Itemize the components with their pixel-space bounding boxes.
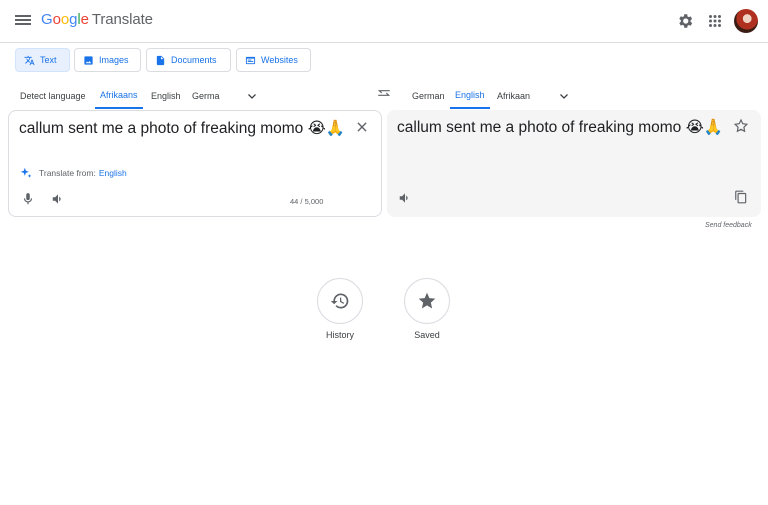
translation-output-panel: callum sent me a photo of freaking momo … bbox=[387, 110, 761, 217]
chevron-down-icon[interactable] bbox=[558, 90, 570, 102]
tab-detect-language[interactable]: Detect language bbox=[15, 82, 91, 109]
source-language-tabs: Detect language Afrikaans English Germa bbox=[15, 82, 375, 110]
apps-grid-icon[interactable] bbox=[706, 12, 724, 30]
translate-from-language-link[interactable]: English bbox=[99, 168, 127, 178]
translate-from-prefix: Translate from: bbox=[39, 168, 96, 178]
top-bar: Google Translate bbox=[0, 0, 768, 43]
text-mode-label: Text bbox=[40, 55, 57, 65]
google-translate-logo[interactable]: Google Translate bbox=[41, 11, 153, 28]
close-icon[interactable] bbox=[355, 120, 369, 134]
copy-icon[interactable] bbox=[734, 190, 748, 204]
gear-icon[interactable] bbox=[676, 12, 694, 30]
app-name: Translate bbox=[91, 11, 153, 28]
documents-mode-button[interactable]: Documents bbox=[146, 48, 231, 72]
history-label: History bbox=[325, 330, 354, 340]
tab-english[interactable]: English bbox=[450, 82, 490, 109]
send-feedback-link[interactable]: Send feedback bbox=[705, 222, 752, 229]
logo-letter: e bbox=[80, 11, 89, 28]
speaker-icon[interactable] bbox=[398, 191, 412, 205]
translate-from-suggestion[interactable]: Translate from: English bbox=[19, 166, 127, 180]
tab-english[interactable]: English bbox=[146, 82, 186, 109]
tab-afrikaans[interactable]: Afrikaans bbox=[95, 82, 143, 109]
character-count: 44 / 5,000 bbox=[290, 197, 324, 206]
saved-label: Saved bbox=[414, 330, 440, 340]
tab-afrikaans[interactable]: Afrikaan bbox=[492, 82, 535, 109]
logo-letter: o bbox=[52, 11, 61, 28]
document-icon bbox=[156, 55, 165, 65]
account-avatar[interactable] bbox=[734, 9, 758, 33]
tab-german[interactable]: German bbox=[407, 82, 450, 109]
microphone-icon[interactable] bbox=[21, 192, 35, 206]
image-icon bbox=[84, 55, 93, 65]
swap-languages-icon[interactable] bbox=[377, 87, 391, 99]
websites-mode-button[interactable]: Websites bbox=[236, 48, 311, 72]
images-mode-button[interactable]: Images bbox=[74, 48, 141, 72]
images-mode-label: Images bbox=[99, 55, 129, 65]
sparkle-icon bbox=[20, 167, 32, 178]
target-language-tabs: German English Afrikaan bbox=[407, 82, 767, 110]
translation-text: callum sent me a photo of freaking momo … bbox=[397, 119, 724, 136]
source-text-input[interactable]: callum sent me a photo of freaking momo … bbox=[19, 119, 345, 138]
chevron-down-icon[interactable] bbox=[246, 90, 258, 102]
website-icon bbox=[245, 56, 256, 64]
logo-letter: G bbox=[41, 11, 53, 28]
saved-button[interactable] bbox=[404, 278, 450, 324]
hamburger-menu-icon[interactable] bbox=[15, 13, 31, 29]
websites-mode-label: Websites bbox=[261, 55, 298, 65]
star-icon bbox=[418, 292, 436, 309]
star-icon[interactable] bbox=[733, 118, 749, 134]
tab-german[interactable]: Germa bbox=[187, 82, 225, 109]
translate-icon bbox=[24, 55, 35, 65]
source-text-panel: callum sent me a photo of freaking momo … bbox=[8, 110, 382, 217]
history-icon bbox=[330, 293, 349, 309]
speaker-icon[interactable] bbox=[51, 192, 65, 206]
documents-mode-label: Documents bbox=[171, 55, 217, 65]
logo-letter: o bbox=[60, 11, 70, 28]
text-mode-button[interactable]: Text bbox=[15, 48, 70, 72]
history-button[interactable] bbox=[317, 278, 363, 324]
